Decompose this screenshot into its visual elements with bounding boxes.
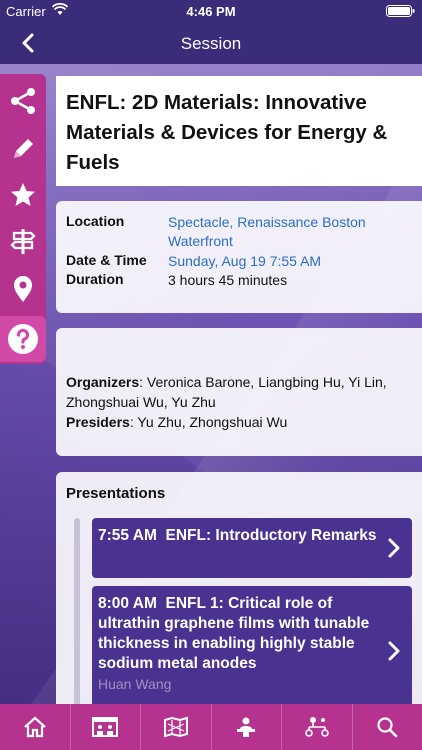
tab-speakers[interactable]	[212, 704, 282, 750]
tab-home[interactable]	[0, 704, 71, 750]
tab-organization[interactable]	[282, 704, 353, 750]
tab-floor-map[interactable]	[141, 704, 212, 750]
org-chart-icon	[304, 717, 329, 737]
location-link[interactable]: Spectacle, Renaissance Boston Waterfront	[168, 213, 416, 251]
tab-search[interactable]	[353, 704, 422, 750]
presentations-card: Presentations 7:55 AM ENFL: Introductory…	[56, 472, 422, 718]
chevron-right-icon	[388, 641, 400, 661]
location-label: Location	[66, 213, 125, 229]
session-title: ENFL: 2D Materials: Innovative Materials…	[66, 91, 388, 174]
favorite-button[interactable]	[0, 172, 46, 218]
session-title-card: ENFL: 2D Materials: Innovative Materials…	[56, 76, 422, 186]
share-button[interactable]	[0, 78, 46, 124]
organizers-label: Organizers	[66, 374, 140, 390]
status-time: 4:46 PM	[186, 4, 236, 19]
presiders-value: : Yu Zhu, Zhongshuai Wu	[129, 414, 288, 430]
datetime-link[interactable]: Sunday, Aug 19 7:55 AM	[168, 252, 416, 271]
signpost-icon	[10, 229, 36, 254]
presentations-heading: Presentations	[66, 485, 166, 502]
exhibition-icon	[92, 717, 119, 737]
tab-exhibition[interactable]	[71, 704, 141, 750]
chevron-right-icon	[388, 538, 400, 558]
presentation-item[interactable]: 8:00 AM ENFL 1: Critical role of ultrath…	[92, 586, 412, 716]
star-icon	[11, 183, 35, 206]
presentation-time: 7:55 AM	[98, 527, 157, 544]
presentation-title: ENFL: Introductory Remarks	[165, 527, 377, 544]
presiders-label: Presiders	[66, 414, 130, 430]
search-icon	[377, 717, 398, 738]
map-pin-icon	[14, 276, 32, 302]
battery-icon	[386, 5, 416, 17]
bottom-tab-bar	[0, 704, 422, 750]
timeline-line	[74, 518, 80, 718]
datetime-label: Date & Time	[66, 252, 147, 268]
home-icon	[24, 716, 46, 738]
floor-map-icon	[163, 716, 188, 738]
people-card: Organizers: Veronica Barone, Liangbing H…	[56, 328, 422, 456]
session-details-card: Location Spectacle, Renaissance Boston W…	[56, 201, 422, 313]
status-bar: Carrier 4:46 PM	[0, 0, 422, 22]
edit-button[interactable]	[0, 126, 46, 172]
presentation-speaker: Huan Wang	[98, 676, 172, 692]
help-button[interactable]	[0, 316, 46, 362]
share-icon	[11, 88, 35, 114]
nav-header: Carrier 4:46 PM Session	[0, 0, 422, 64]
duration-value: 3 hours 45 minutes	[168, 272, 288, 288]
speaker-icon	[237, 717, 256, 737]
duration-label: Duration	[66, 271, 124, 287]
map-button[interactable]	[0, 266, 46, 312]
pencil-icon	[14, 139, 33, 158]
page-title: Session	[180, 34, 242, 53]
action-rail	[0, 74, 46, 364]
presiders-line: Presiders: Yu Zhu, Zhongshuai Wu	[66, 412, 412, 432]
presentation-time: 8:00 AM	[98, 595, 157, 612]
organizers-line: Organizers: Veronica Barone, Liangbing H…	[66, 372, 412, 412]
help-icon	[8, 324, 38, 354]
presentation-item[interactable]: 7:55 AM ENFL: Introductory Remarks	[92, 518, 412, 578]
directions-button[interactable]	[0, 218, 46, 264]
